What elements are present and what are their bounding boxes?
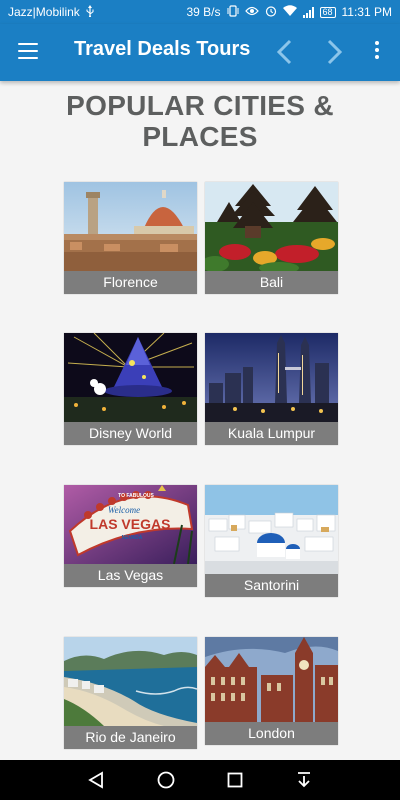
- status-bar: Jazz|Mobilink 39 B/s 68 11:31 PM: [0, 0, 400, 24]
- more-vertical-icon[interactable]: [370, 41, 384, 63]
- place-card-santorini[interactable]: Santorini: [205, 485, 338, 597]
- place-label-bali: Bali: [205, 271, 338, 294]
- london-image: [205, 637, 338, 722]
- usb-icon: [86, 4, 94, 20]
- disney-world-image: [64, 333, 197, 422]
- home-circle-icon[interactable]: [156, 770, 176, 790]
- recents-square-icon[interactable]: [225, 770, 245, 790]
- las-vegas-image: TO FABULOUS Welcome LAS VEGAS NEVADA: [64, 485, 197, 564]
- place-label-disney-world: Disney World: [64, 422, 197, 445]
- page-title-line-2: PLACES: [142, 121, 258, 152]
- sign-text-city: LAS VEGAS: [90, 516, 171, 532]
- place-label-florence: Florence: [64, 271, 197, 294]
- hamburger-menu-icon[interactable]: [18, 43, 38, 59]
- network-speed: 39 B/s: [186, 5, 221, 19]
- chevron-right-icon[interactable]: [322, 38, 346, 66]
- place-label-london: London: [205, 722, 338, 745]
- place-card-bali[interactable]: Bali: [205, 182, 338, 294]
- florence-image: [64, 182, 197, 271]
- place-label-kuala-lumpur: Kuala Lumpur: [205, 422, 338, 445]
- place-card-kuala-lumpur[interactable]: Kuala Lumpur: [205, 333, 338, 445]
- kuala-lumpur-image: [205, 333, 338, 422]
- wifi-icon: [282, 5, 297, 19]
- place-label-las-vegas: Las Vegas: [64, 564, 197, 587]
- place-card-rio-de-janeiro[interactable]: Rio de Janeiro: [64, 637, 197, 749]
- page-title: POPULAR CITIES & PLACES: [0, 90, 400, 152]
- place-label-santorini: Santorini: [205, 574, 338, 597]
- notification-pull-icon[interactable]: [294, 770, 314, 790]
- place-card-las-vegas[interactable]: TO FABULOUS Welcome LAS VEGAS NEVADA Las…: [64, 485, 197, 587]
- sign-text-fabulous: TO FABULOUS: [118, 493, 154, 499]
- system-nav-bar: [0, 760, 400, 800]
- place-card-london[interactable]: London: [205, 637, 338, 745]
- carrier-name: Jazz|Mobilink: [8, 5, 80, 19]
- app-bar: Travel Deals Tours: [0, 24, 400, 81]
- eye-icon: [244, 5, 259, 19]
- page-title-line-1: POPULAR CITIES &: [66, 90, 334, 121]
- sign-text-state: NEVADA: [122, 535, 143, 541]
- santorini-image: [205, 485, 338, 574]
- place-label-rio-de-janeiro: Rio de Janeiro: [64, 726, 197, 749]
- rio-de-janeiro-image: [64, 637, 197, 726]
- clock: 11:31 PM: [341, 5, 392, 19]
- vibrate-icon: [227, 4, 239, 20]
- chevron-left-icon[interactable]: [273, 38, 297, 66]
- signal-icon: [302, 6, 314, 18]
- app-title: Travel Deals Tours: [74, 38, 251, 60]
- battery-icon: 68: [319, 6, 336, 18]
- bali-image: [205, 182, 338, 271]
- back-triangle-icon[interactable]: [86, 770, 106, 790]
- alarm-icon: [265, 5, 277, 20]
- place-card-disney-world[interactable]: Disney World: [64, 333, 197, 445]
- sign-text-welcome: Welcome: [108, 505, 140, 515]
- place-card-florence[interactable]: Florence: [64, 182, 197, 294]
